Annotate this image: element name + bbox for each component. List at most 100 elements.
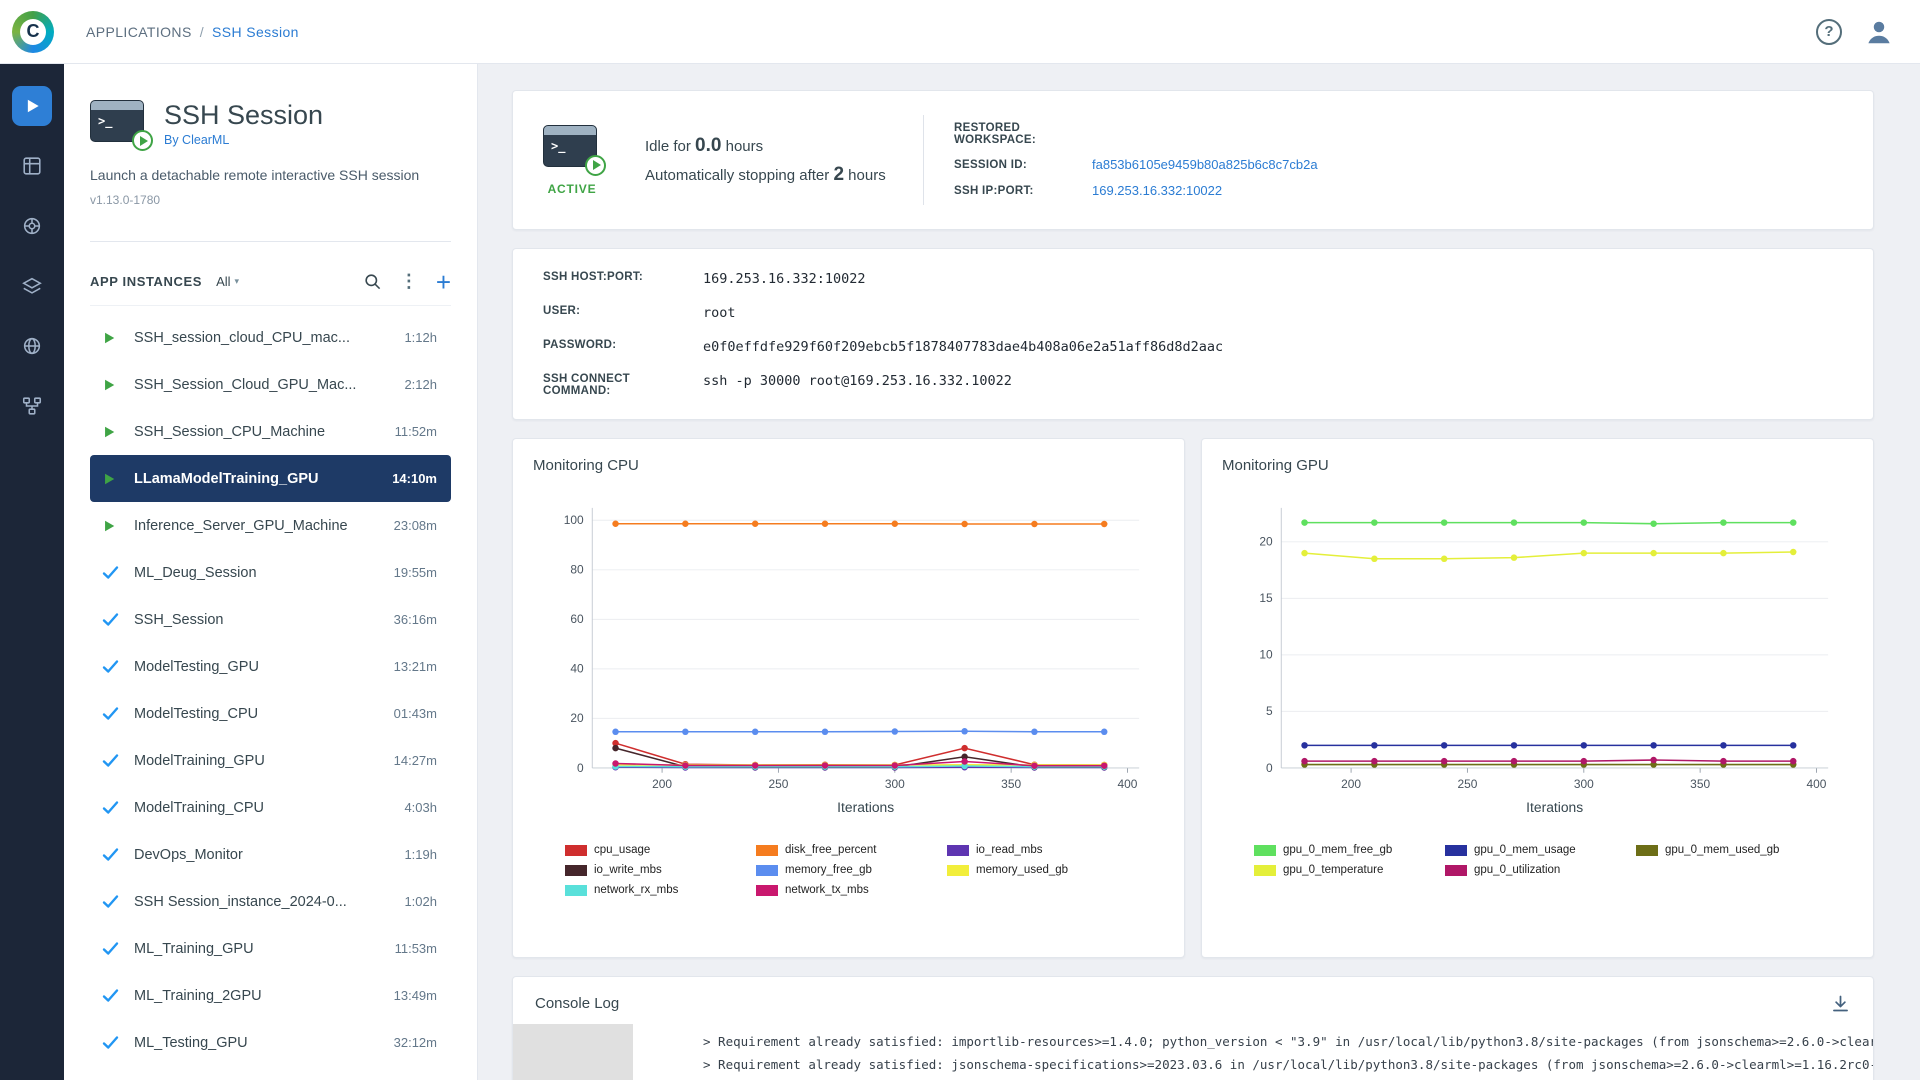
idle-info: Idle for 0.0 hours Automatically stoppin… (645, 128, 886, 193)
legend-swatch (565, 845, 587, 856)
restored-workspace-label: RESTORED WORKSPACE: (954, 122, 1092, 146)
app-instance-row[interactable]: SSH_Session_Cloud_GPU_Mac...2:12h (90, 361, 451, 408)
gpu-chart[interactable]: 05101520200250300350400Iterations (1222, 482, 1853, 834)
completed-status-icon (102, 565, 122, 580)
terminal-prompt: >_ (91, 110, 143, 128)
instance-name: Inference_Server_GPU_Machine (134, 518, 384, 534)
app-instance-row[interactable]: ModelTesting_GPU13:21m (90, 643, 451, 690)
instance-runtime: 32:12m (394, 1035, 437, 1050)
legend-item[interactable]: io_read_mbs (947, 844, 1132, 856)
legend-item[interactable]: gpu_0_mem_free_gb (1254, 844, 1439, 856)
clearml-logo[interactable]: C (12, 11, 54, 53)
idle-hours-value: 0.0 (695, 135, 721, 156)
app-instance-row[interactable]: ML_Training_2GPU13:49m (90, 972, 451, 1019)
connection-value: root (703, 305, 1843, 321)
app-instance-row[interactable]: ModelTesting_CPU01:43m (90, 690, 451, 737)
legend-item[interactable]: network_rx_mbs (565, 884, 750, 896)
user-avatar-icon[interactable] (1864, 17, 1894, 47)
app-instance-row[interactable]: SSH_Session36:16m (90, 596, 451, 643)
legend-label: network_tx_mbs (785, 884, 869, 896)
running-status-icon (102, 472, 122, 486)
log-gutter (513, 1024, 633, 1080)
legend-swatch (565, 865, 587, 876)
console-log-line: > Requirement already satisfied: jsonsch… (703, 1053, 1873, 1076)
app-instance-row[interactable]: ModelTraining_GPU14:27m (90, 737, 451, 784)
breadcrumb-current-page[interactable]: SSH Session (212, 24, 299, 40)
instance-runtime: 11:53m (395, 941, 437, 956)
svg-text:10: 10 (1259, 648, 1273, 662)
app-instance-row[interactable]: ML_Deug_Session19:55m (90, 549, 451, 596)
ssh-ip-port-link[interactable]: 169.253.16.332:10022 (1092, 183, 1318, 198)
cpu-chart-legend: cpu_usage disk_free_percent io_read_mbs io_… (533, 844, 1164, 896)
rail-workers-icon[interactable] (12, 206, 52, 246)
legend-item[interactable]: gpu_0_temperature (1254, 864, 1439, 876)
app-version: v1.13.0-1780 (90, 193, 451, 207)
session-id-link[interactable]: fa853b6105e9459b80a825b6c8c7cb2a (1092, 157, 1318, 172)
legend-swatch (1254, 865, 1276, 876)
search-icon[interactable] (363, 272, 382, 291)
rail-pipelines-icon[interactable] (12, 386, 52, 426)
legend-label: network_rx_mbs (594, 884, 678, 896)
completed-status-icon (102, 988, 122, 1003)
legend-swatch (756, 865, 778, 876)
console-header: Console Log (513, 977, 1873, 1024)
completed-status-icon (102, 659, 122, 674)
legend-item[interactable]: cpu_usage (565, 844, 750, 856)
help-icon[interactable]: ? (1816, 19, 1842, 45)
legend-item[interactable]: memory_free_gb (756, 864, 941, 876)
app-instance-row[interactable]: SSH_Session_CPU_Machine11:52m (90, 408, 451, 455)
svg-text:200: 200 (652, 777, 672, 791)
app-instance-row[interactable]: SSH Session_instance_2024-0...1:02h (90, 878, 451, 925)
instance-runtime: 19:55m (394, 565, 437, 580)
divider (90, 241, 451, 242)
rail-applications-icon[interactable] (12, 86, 52, 126)
cpu-chart-title: Monitoring CPU (533, 457, 1164, 474)
app-instance-row[interactable]: Inference_Server_GPU_Machine23:08m (90, 502, 451, 549)
legend-label: gpu_0_mem_used_gb (1665, 844, 1779, 856)
app-instance-row[interactable]: LLamaModelTraining_GPU14:10m (90, 455, 451, 502)
app-instance-row[interactable]: ML_Testing_GPU32:12m (90, 1019, 451, 1066)
legend-item[interactable]: io_write_mbs (565, 864, 750, 876)
instance-name: LLamaModelTraining_GPU (134, 471, 382, 487)
instance-name: ML_Training_2GPU (134, 988, 384, 1004)
svg-text:40: 40 (570, 662, 584, 676)
rail-datasets-layers-icon[interactable] (12, 266, 52, 306)
check-icon (102, 1035, 119, 1050)
completed-status-icon (102, 1035, 122, 1050)
instances-filter-dropdown[interactable]: All ▾ (216, 274, 239, 289)
app-instance-row[interactable]: ModelTraining_CPU4:03h (90, 784, 451, 831)
legend-label: io_read_mbs (976, 844, 1042, 856)
completed-status-icon (102, 753, 122, 768)
instance-runtime: 4:03h (404, 800, 437, 815)
svg-text:0: 0 (577, 761, 584, 775)
legend-item[interactable]: gpu_0_mem_used_gb (1636, 844, 1821, 856)
app-instance-row[interactable]: DevOps_Monitor1:19h (90, 831, 451, 878)
session-id-label: SESSION ID: (954, 159, 1092, 171)
instance-runtime: 36:16m (394, 612, 437, 627)
breadcrumb: APPLICATIONS / SSH Session (86, 24, 299, 40)
breadcrumb-applications[interactable]: APPLICATIONS (86, 24, 192, 40)
svg-text:15: 15 (1259, 591, 1273, 605)
cpu-chart[interactable]: 020406080100200250300350400Iterations (533, 482, 1164, 834)
kebab-menu-icon[interactable]: ⋮ (400, 271, 418, 292)
legend-swatch (756, 845, 778, 856)
rail-resources-globe-icon[interactable] (12, 326, 52, 366)
legend-item[interactable]: memory_used_gb (947, 864, 1132, 876)
legend-item[interactable]: network_tx_mbs (756, 884, 941, 896)
console-log-body[interactable]: > Requirement already satisfied: importl… (513, 1024, 1873, 1080)
app-instance-row[interactable]: ML_Training_GPU11:53m (90, 925, 451, 972)
add-instance-button[interactable]: + (436, 272, 451, 292)
app-sidebar: >_ SSH Session By ClearML Launch a detac… (64, 64, 478, 1080)
svg-text:250: 250 (768, 777, 788, 791)
svg-text:0: 0 (1266, 761, 1273, 775)
console-log-line: > Requirement already satisfied: importl… (703, 1030, 1873, 1053)
legend-item[interactable]: gpu_0_mem_usage (1445, 844, 1630, 856)
chevron-down-icon: ▾ (235, 276, 240, 287)
app-instance-row[interactable]: SSH_session_cloud_CPU_mac...1:12h (90, 314, 451, 361)
app-byline-link[interactable]: By ClearML (164, 133, 229, 147)
legend-item[interactable]: disk_free_percent (756, 844, 941, 856)
legend-item[interactable]: gpu_0_utilization (1445, 864, 1630, 876)
svg-text:200: 200 (1341, 777, 1361, 791)
rail-projects-grid-icon[interactable] (12, 146, 52, 186)
download-log-icon[interactable] (1830, 993, 1851, 1014)
